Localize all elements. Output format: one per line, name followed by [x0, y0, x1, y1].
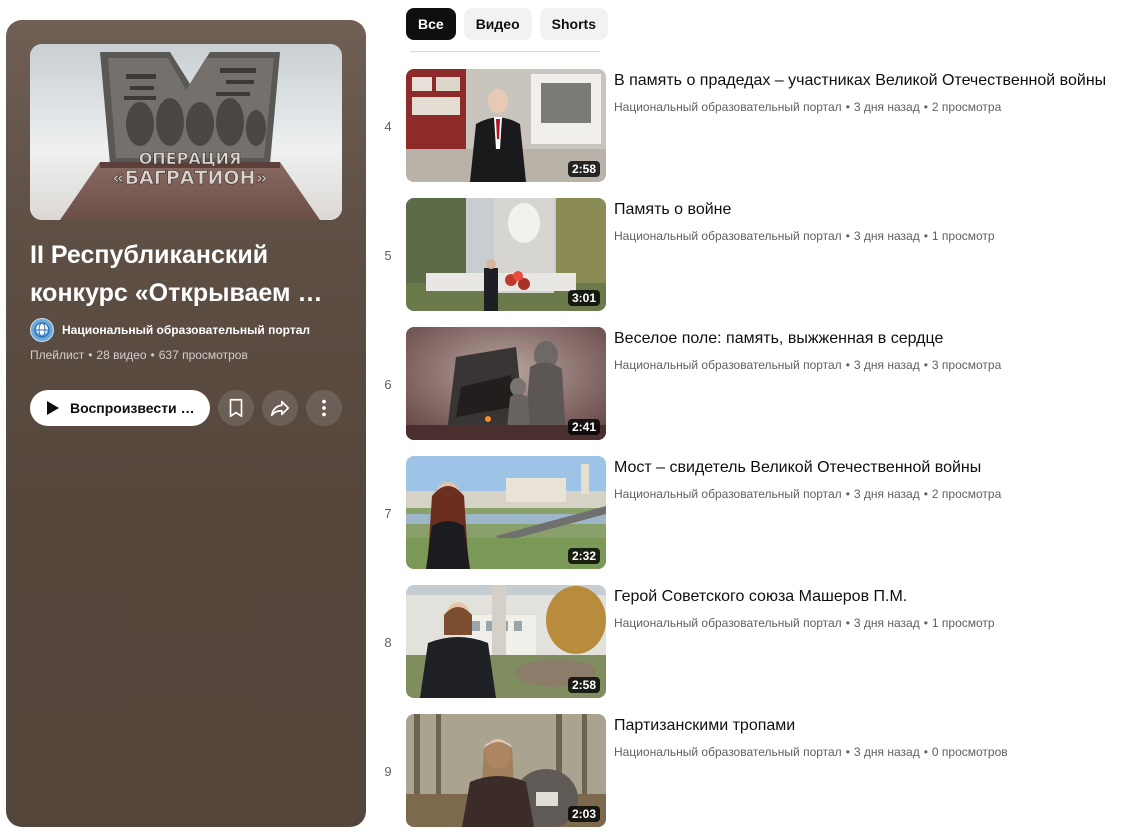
video-views: 1 просмотр: [931, 616, 995, 630]
video-age: 3 дня назад: [853, 100, 920, 114]
video-channel[interactable]: Национальный образовательный портал: [614, 358, 842, 372]
playlist-video-row[interactable]: 5 3:01 Память о войне Национальный образ…: [376, 198, 1126, 327]
channel-name[interactable]: Национальный образовательный портал: [62, 323, 310, 337]
playlist-video-row[interactable]: 9 2:03 Партизанскими тропами Национальны: [376, 714, 1126, 834]
video-duration: 2:32: [567, 548, 600, 564]
video-thumbnail[interactable]: 2:32: [406, 456, 606, 569]
playlist-video-list: 4 2:58 В память о прадедах – участниках …: [376, 69, 1126, 834]
playlist-video-row[interactable]: 7 2:32 Мост – свидетель Великой Отечеств…: [376, 456, 1126, 585]
more-vertical-icon: [322, 399, 326, 417]
video-meta: Национальный образовательный портал • 3 …: [614, 229, 995, 243]
globe-icon: [34, 322, 50, 338]
video-duration: 3:01: [567, 290, 600, 306]
video-channel[interactable]: Национальный образовательный портал: [614, 487, 842, 501]
video-views: 3 просмотра: [931, 358, 1002, 372]
play-icon: [47, 401, 59, 415]
video-title[interactable]: В память о прадедах – участниках Великой…: [614, 71, 1124, 91]
playlist-channel[interactable]: Национальный образовательный портал: [30, 318, 310, 342]
playlist-page: ОПЕРАЦИЯ «БАГРАТИОН» II Республиканский …: [0, 0, 1126, 834]
play-all-label: Воспроизвести все: [70, 400, 196, 416]
video-channel[interactable]: Национальный образовательный портал: [614, 100, 842, 114]
thumbnail-caption-1: ОПЕРАЦИЯ: [139, 149, 242, 168]
playlist-video-count: 28 видео: [96, 348, 147, 362]
video-thumbnail[interactable]: 2:41: [406, 327, 606, 440]
thumbnail-caption-2: «БАГРАТИОН»: [112, 167, 267, 189]
video-age: 3 дня назад: [853, 616, 920, 630]
video-title[interactable]: Память о войне: [614, 200, 1124, 220]
video-duration: 2:58: [567, 161, 600, 177]
chip-shorts[interactable]: Shorts: [539, 8, 608, 40]
video-age: 3 дня назад: [853, 358, 920, 372]
video-channel[interactable]: Национальный образовательный портал: [614, 616, 842, 630]
video-thumbnail[interactable]: 2:58: [406, 69, 606, 182]
video-title[interactable]: Веселое поле: память, выжженная в сердце: [614, 329, 1124, 349]
video-index: 6: [384, 377, 392, 392]
video-title[interactable]: Партизанскими тропами: [614, 716, 1124, 736]
share-icon: [270, 400, 290, 417]
video-thumbnail[interactable]: 3:01: [406, 198, 606, 311]
video-channel[interactable]: Национальный образовательный портал: [614, 745, 842, 759]
video-meta: Национальный образовательный портал • 3 …: [614, 616, 995, 630]
video-views: 2 просмотра: [931, 487, 1002, 501]
video-views: 2 просмотра: [931, 100, 1002, 114]
playlist-header-panel: ОПЕРАЦИЯ «БАГРАТИОН» II Республиканский …: [6, 20, 366, 827]
play-all-button[interactable]: Воспроизвести все: [30, 390, 210, 426]
bookmark-icon: [229, 398, 243, 418]
video-meta: Национальный образовательный портал • 3 …: [614, 745, 1008, 759]
video-index: 7: [384, 506, 392, 521]
video-title[interactable]: Мост – свидетель Великой Отечественной в…: [614, 458, 1124, 478]
video-index: 9: [384, 764, 392, 779]
share-button[interactable]: [262, 390, 298, 426]
video-views: 1 просмотр: [931, 229, 995, 243]
save-playlist-button[interactable]: [218, 390, 254, 426]
video-index: 5: [384, 248, 392, 263]
video-meta: Национальный образовательный портал • 3 …: [614, 358, 1002, 372]
chip-all[interactable]: Все: [406, 8, 456, 40]
filter-chips: Все Видео Shorts: [406, 8, 608, 40]
playlist-thumbnail[interactable]: ОПЕРАЦИЯ «БАГРАТИОН»: [30, 44, 342, 220]
video-age: 3 дня назад: [853, 229, 920, 243]
playlist-video-row[interactable]: 8 2:58 Герой Советского союза Машеров П.…: [376, 585, 1126, 714]
playlist-meta: Плейлист • 28 видео • 637 просмотров: [30, 348, 248, 362]
video-meta: Национальный образовательный портал • 3 …: [614, 487, 1002, 501]
playlist-title: II Республиканский конкурс «Открываем …: [30, 241, 323, 307]
playlist-actions: Воспроизвести все: [30, 390, 342, 426]
playlist-type: Плейлист: [30, 348, 85, 362]
video-index: 8: [384, 635, 392, 650]
video-views: 0 просмотров: [931, 745, 1008, 759]
video-duration: 2:03: [567, 806, 600, 822]
chip-video[interactable]: Видео: [463, 8, 532, 40]
channel-avatar[interactable]: [30, 318, 54, 342]
video-thumbnail[interactable]: 2:58: [406, 585, 606, 698]
video-channel[interactable]: Национальный образовательный портал: [614, 229, 842, 243]
meta-separator: •: [150, 348, 155, 362]
playlist-video-row[interactable]: 6 2:41 Веселое поле: память, выжженная в…: [376, 327, 1126, 456]
video-age: 3 дня назад: [853, 487, 920, 501]
meta-separator: •: [88, 348, 93, 362]
playlist-views: 637 просмотров: [158, 348, 248, 362]
chips-divider: [410, 51, 600, 52]
video-title[interactable]: Герой Советского союза Машеров П.М.: [614, 587, 1124, 607]
video-duration: 2:58: [567, 677, 600, 693]
video-meta: Национальный образовательный портал • 3 …: [614, 100, 1002, 114]
video-duration: 2:41: [567, 419, 600, 435]
more-actions-button[interactable]: [306, 390, 342, 426]
video-index: 4: [384, 119, 392, 134]
video-age: 3 дня назад: [853, 745, 920, 759]
video-thumbnail[interactable]: 2:03: [406, 714, 606, 827]
playlist-video-row[interactable]: 4 2:58 В память о прадедах – участниках …: [376, 69, 1126, 198]
